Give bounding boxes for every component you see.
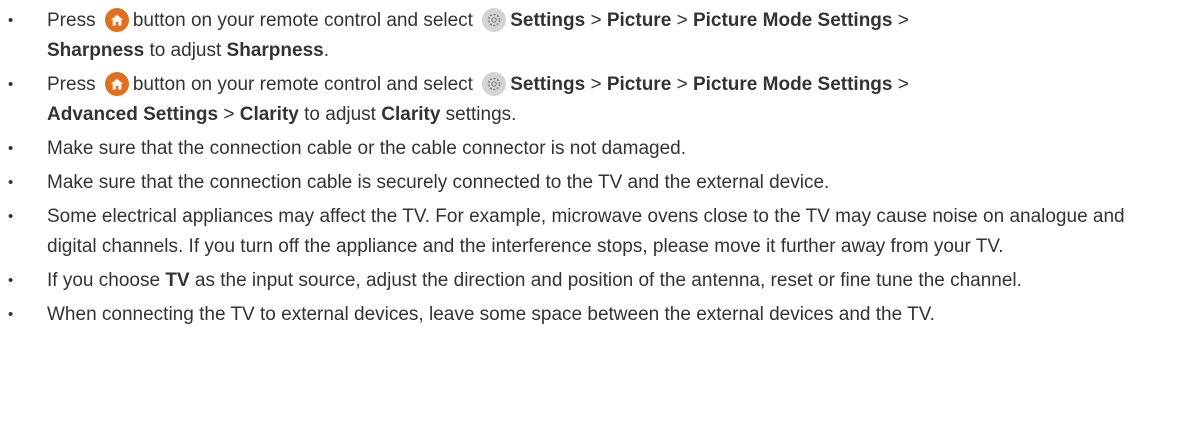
list-item-external-space: When connecting the TV to external devic…: [0, 300, 1157, 330]
item-text: Some electrical appliances may affect th…: [47, 206, 1125, 257]
text-pre: If you choose: [47, 270, 161, 291]
text-end: .: [323, 40, 329, 61]
menu-clarity: Clarity: [239, 104, 299, 125]
settings-gear-icon: [482, 8, 507, 32]
menu-picture: Picture: [606, 10, 672, 31]
item-text: Make sure that the connection cable is s…: [47, 172, 830, 193]
menu-settings: Settings: [510, 74, 586, 95]
text-press: Press: [47, 10, 96, 31]
text-press: Press: [47, 74, 96, 95]
menu-picture-mode-settings: Picture Mode Settings: [692, 10, 893, 31]
document: Press button on your remote control and …: [0, 0, 1184, 439]
source-tv: TV: [165, 270, 190, 291]
list-item-sharpness: Press button on your remote control and …: [0, 6, 1157, 66]
separator: >: [676, 74, 688, 95]
troubleshooting-list: Press button on your remote control and …: [0, 6, 1157, 334]
item-text: Make sure that the connection cable or t…: [47, 138, 687, 159]
separator: >: [676, 10, 688, 31]
menu-picture: Picture: [606, 74, 672, 95]
separator: >: [897, 10, 909, 31]
menu-advanced-settings: Advanced Settings: [47, 104, 219, 125]
menu-sharpness: Sharpness: [47, 40, 145, 61]
text-to-adjust: to adjust: [149, 40, 222, 61]
text-post: as the input source, adjust the directio…: [194, 270, 1022, 291]
list-item-clarity: Press button on your remote control and …: [0, 70, 1157, 130]
list-item-input-source: If you choose TV as the input source, ad…: [0, 266, 1157, 296]
text-end: settings.: [445, 104, 517, 125]
separator: >: [590, 74, 602, 95]
target-sharpness: Sharpness: [226, 40, 324, 61]
text-to-adjust: to adjust: [304, 104, 376, 125]
settings-gear-icon: [482, 72, 507, 96]
separator: >: [590, 10, 602, 31]
home-icon: [104, 8, 129, 32]
target-clarity: Clarity: [381, 104, 441, 125]
text-button-select: button on your remote control and select: [132, 10, 473, 31]
home-icon: [104, 72, 129, 96]
menu-settings: Settings: [510, 10, 586, 31]
text-button-select: button on your remote control and select: [132, 74, 473, 95]
list-item-cable-damage: Make sure that the connection cable or t…: [0, 134, 1157, 164]
separator: >: [223, 104, 235, 125]
list-item-cable-connected: Make sure that the connection cable is s…: [0, 168, 1157, 198]
list-item-appliances: Some electrical appliances may affect th…: [0, 202, 1157, 262]
separator: >: [897, 74, 909, 95]
menu-picture-mode-settings: Picture Mode Settings: [692, 74, 893, 95]
item-text: When connecting the TV to external devic…: [47, 304, 935, 325]
